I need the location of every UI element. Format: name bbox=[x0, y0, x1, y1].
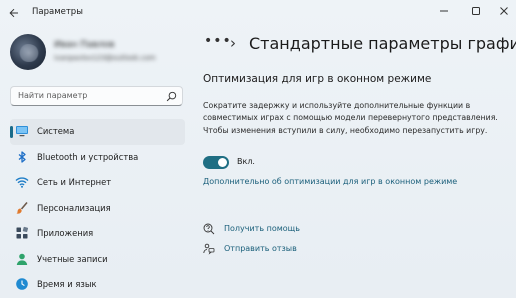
sidebar-item-label: Персонализация bbox=[37, 202, 111, 213]
close-icon bbox=[500, 7, 508, 15]
app-title: Параметры bbox=[32, 7, 83, 17]
sidebar-item-label: Время и язык bbox=[37, 279, 97, 289]
time-language-icon bbox=[16, 278, 28, 290]
apps-icon bbox=[16, 226, 29, 239]
search-icon bbox=[166, 91, 177, 102]
arrow-left-icon bbox=[9, 8, 18, 18]
sidebar-nav: Система Bluetooth и устройства Сеть и Ин… bbox=[10, 119, 185, 298]
maximize-icon bbox=[472, 7, 480, 15]
account-icon bbox=[16, 253, 28, 265]
feedback-link-label: Отправить отзыв bbox=[224, 244, 297, 253]
page-title: Стандартные параметры графи bbox=[249, 34, 516, 53]
sidebar-item-accounts[interactable]: Учетные записи bbox=[10, 247, 185, 273]
sidebar-item-apps[interactable]: Приложения bbox=[10, 221, 185, 247]
help-link-label: Получить помощь bbox=[224, 224, 300, 233]
section-description: Сократите задержку и используйте дополни… bbox=[203, 101, 498, 135]
windowed-games-toggle[interactable] bbox=[203, 156, 229, 169]
user-email: ivanpavlov123@outlook.com bbox=[54, 54, 156, 62]
active-indicator bbox=[10, 126, 13, 138]
sidebar-item-bluetooth[interactable]: Bluetooth и устройства bbox=[10, 145, 185, 171]
system-display-icon bbox=[16, 126, 28, 137]
bluetooth-icon bbox=[18, 150, 26, 163]
search-box[interactable]: Найти параметр bbox=[10, 86, 183, 106]
chevron-right-icon: › bbox=[230, 34, 236, 52]
minimize-icon bbox=[440, 10, 448, 12]
search-input[interactable]: Найти параметр bbox=[18, 91, 87, 100]
sidebar-item-label: Учетные записи bbox=[37, 253, 108, 264]
title-bar: Параметры bbox=[0, 0, 516, 26]
breadcrumb-overflow-button[interactable]: ••• bbox=[204, 33, 232, 49]
sidebar-item-label: Сеть и Интернет bbox=[37, 177, 112, 187]
toggle-state-label: Вкл. bbox=[237, 157, 255, 166]
back-button[interactable] bbox=[6, 5, 22, 21]
sidebar-item-time-language[interactable]: Время и язык bbox=[10, 272, 185, 298]
toggle-knob bbox=[218, 158, 227, 167]
close-button[interactable] bbox=[488, 0, 516, 22]
sidebar-item-label: Приложения bbox=[37, 228, 94, 238]
learn-more-link[interactable]: Дополнительно об оптимизации для игр в о… bbox=[203, 177, 457, 186]
minimize-button[interactable] bbox=[428, 0, 460, 22]
feedback-icon bbox=[203, 243, 215, 255]
sidebar-item-personalization[interactable]: Персонализация bbox=[10, 196, 185, 222]
sidebar-item-label: Система bbox=[37, 126, 75, 136]
section-title: Оптимизация для игр в оконном режиме bbox=[203, 73, 432, 85]
avatar bbox=[10, 34, 46, 70]
settings-window: Параметры Иван Павлов ivanpavlov123@outl… bbox=[0, 0, 516, 290]
user-name: Иван Павлов bbox=[54, 40, 115, 50]
sidebar-item-network[interactable]: Сеть и Интернет bbox=[10, 170, 185, 196]
help-icon bbox=[203, 223, 215, 235]
sidebar-item-system[interactable]: Система bbox=[10, 119, 185, 145]
paint-brush-icon bbox=[16, 201, 28, 214]
wifi-icon bbox=[15, 177, 29, 188]
sidebar-item-label: Bluetooth и устройства bbox=[37, 151, 139, 162]
